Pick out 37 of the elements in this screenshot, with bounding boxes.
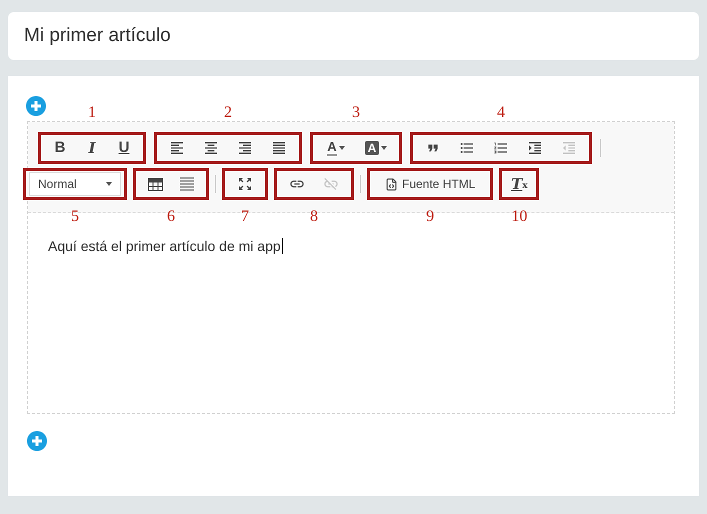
add-icon[interactable] [27,431,47,451]
align-center-icon [203,140,219,156]
format-dropdown[interactable]: Normal [29,172,121,196]
annotation-number: 5 [70,209,80,225]
bold-button[interactable]: B [44,136,76,160]
background-color-button[interactable]: A [356,136,396,160]
numbered-list-icon [493,140,509,156]
align-left-icon [169,140,185,156]
annotation-number: 4 [496,105,506,121]
outdent-icon [561,140,577,156]
annotation-number: 7 [240,209,250,225]
bulleted-list-icon [459,140,475,156]
html-source-button[interactable]: Fuente HTML [373,172,488,196]
annotation-number: 3 [351,105,361,121]
article-title: Mi primer artículo [24,24,171,48]
align-justify-icon [271,140,287,156]
text-color-button[interactable]: A [316,136,356,160]
annotation-number: 8 [309,209,319,225]
indent-icon [527,140,543,156]
annotation-number: 1 [87,105,97,121]
caret-icon [338,146,345,150]
unlink-icon [323,176,339,192]
annotation-number: 10 [510,209,528,225]
annotation-number: 2 [223,105,233,121]
caret-icon [106,182,112,186]
caret-icon [381,146,388,150]
expand-arrows-icon [237,176,253,192]
code-file-icon [385,178,398,190]
editor-text[interactable]: Aquí está el primer artículo de mi app [48,238,283,254]
annotation-number: 9 [425,209,436,225]
table-icon [148,178,162,190]
add-icon[interactable] [26,96,46,116]
italic-button[interactable]: I [76,136,108,160]
underline-button[interactable]: U [108,136,140,160]
horizontal-rule-icon [180,177,194,191]
annotation-number: 6 [166,209,176,225]
align-right-icon [237,140,253,156]
